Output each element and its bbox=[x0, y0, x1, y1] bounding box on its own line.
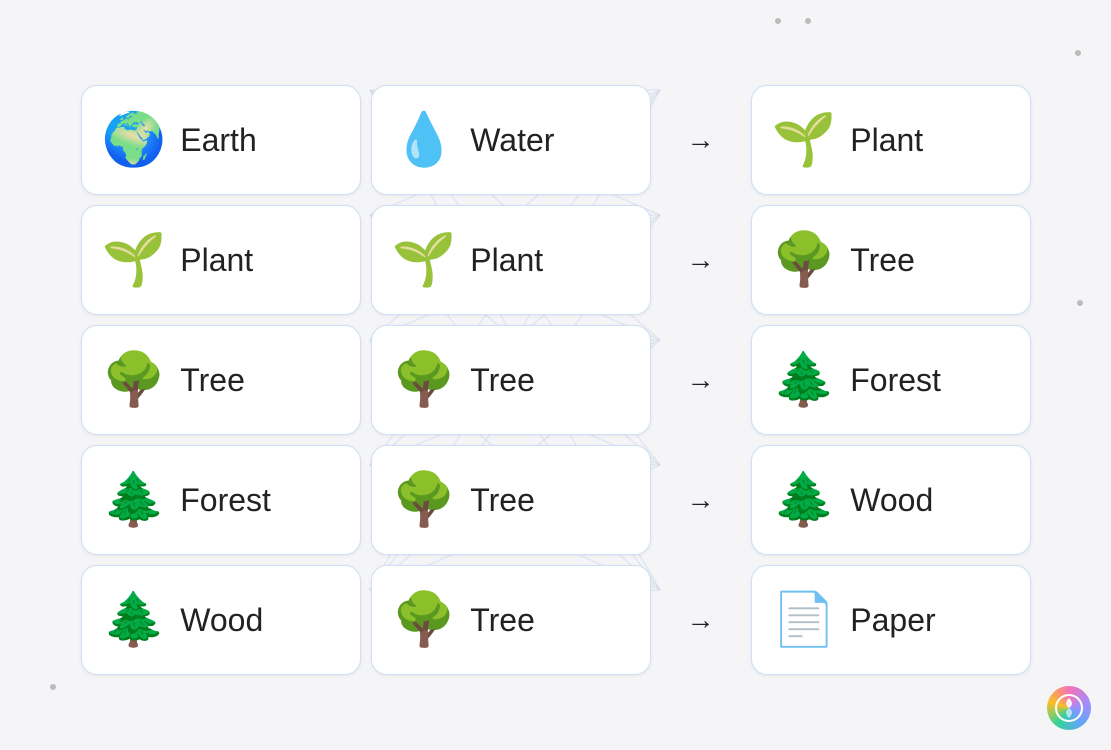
tree-icon-4: 🌳 bbox=[392, 474, 457, 526]
tree-icon-2: 🌳 bbox=[102, 354, 167, 406]
right-input-label-3: Tree bbox=[470, 482, 535, 519]
right-input-card-0: 💧 Water bbox=[371, 85, 651, 195]
result-label-3: Wood bbox=[850, 482, 933, 519]
right-input-card-4: 🌳 Tree bbox=[371, 565, 651, 675]
right-input-label-4: Tree bbox=[470, 602, 535, 639]
left-label-0: Earth bbox=[180, 122, 256, 159]
logo-icon bbox=[1055, 694, 1083, 722]
arrow-3: → bbox=[661, 445, 741, 555]
arrow-4: → bbox=[661, 565, 741, 675]
plant-icon-1: 🌱 bbox=[102, 234, 167, 286]
decorative-dot bbox=[50, 684, 56, 690]
plant-icon-0: 🌱 bbox=[772, 114, 837, 166]
result-label-1: Tree bbox=[850, 242, 915, 279]
water-icon: 💧 bbox=[392, 114, 457, 166]
tree-icon-5: 🌳 bbox=[392, 594, 457, 646]
left-card-4: 🌲 Wood bbox=[81, 565, 361, 675]
decorative-dot bbox=[805, 18, 811, 24]
result-card-0: 🌱 Plant bbox=[751, 85, 1031, 195]
right-input-label-1: Plant bbox=[470, 242, 543, 279]
decorative-dot bbox=[1077, 300, 1083, 306]
left-card-3: 🌲 Forest bbox=[81, 445, 361, 555]
tree-icon-1: 🌳 bbox=[772, 234, 837, 286]
result-card-1: 🌳 Tree bbox=[751, 205, 1031, 315]
left-label-3: Forest bbox=[180, 482, 271, 519]
app-logo bbox=[1047, 686, 1091, 730]
right-input-card-2: 🌳 Tree bbox=[371, 325, 651, 435]
result-card-3: 🌲 Wood bbox=[751, 445, 1031, 555]
earth-icon: 🌍 bbox=[102, 114, 167, 166]
right-input-label-2: Tree bbox=[470, 362, 535, 399]
decorative-dot bbox=[775, 18, 781, 24]
wood-icon-3: 🌲 bbox=[772, 474, 837, 526]
left-card-0: 🌍 Earth bbox=[81, 85, 361, 195]
forest-icon-3: 🌲 bbox=[102, 474, 167, 526]
forest-icon-2: 🌲 bbox=[772, 354, 837, 406]
tree-icon-3: 🌳 bbox=[392, 354, 457, 406]
wood-icon-4: 🌲 bbox=[102, 594, 167, 646]
right-input-card-1: 🌱 Plant bbox=[371, 205, 651, 315]
left-label-4: Wood bbox=[180, 602, 263, 639]
left-card-2: 🌳 Tree bbox=[81, 325, 361, 435]
left-card-1: 🌱 Plant bbox=[81, 205, 361, 315]
main-container: 🌍 Earth 💧 Water → 🌱 Plant 🌱 Plant 🌱 bbox=[0, 0, 1111, 750]
left-label-1: Plant bbox=[180, 242, 253, 279]
arrow-0: → bbox=[661, 85, 741, 195]
result-card-4: 📄 Paper bbox=[751, 565, 1031, 675]
result-card-2: 🌲 Forest bbox=[751, 325, 1031, 435]
result-label-2: Forest bbox=[850, 362, 941, 399]
arrow-2: → bbox=[661, 325, 741, 435]
result-label-4: Paper bbox=[850, 602, 935, 639]
plant-icon-2: 🌱 bbox=[392, 234, 457, 286]
right-input-card-3: 🌳 Tree bbox=[371, 445, 651, 555]
result-label-0: Plant bbox=[850, 122, 923, 159]
left-label-2: Tree bbox=[180, 362, 245, 399]
arrow-1: → bbox=[661, 205, 741, 315]
decorative-dot bbox=[1075, 50, 1081, 56]
right-input-label-0: Water bbox=[470, 122, 554, 159]
paper-icon-4: 📄 bbox=[772, 594, 837, 646]
